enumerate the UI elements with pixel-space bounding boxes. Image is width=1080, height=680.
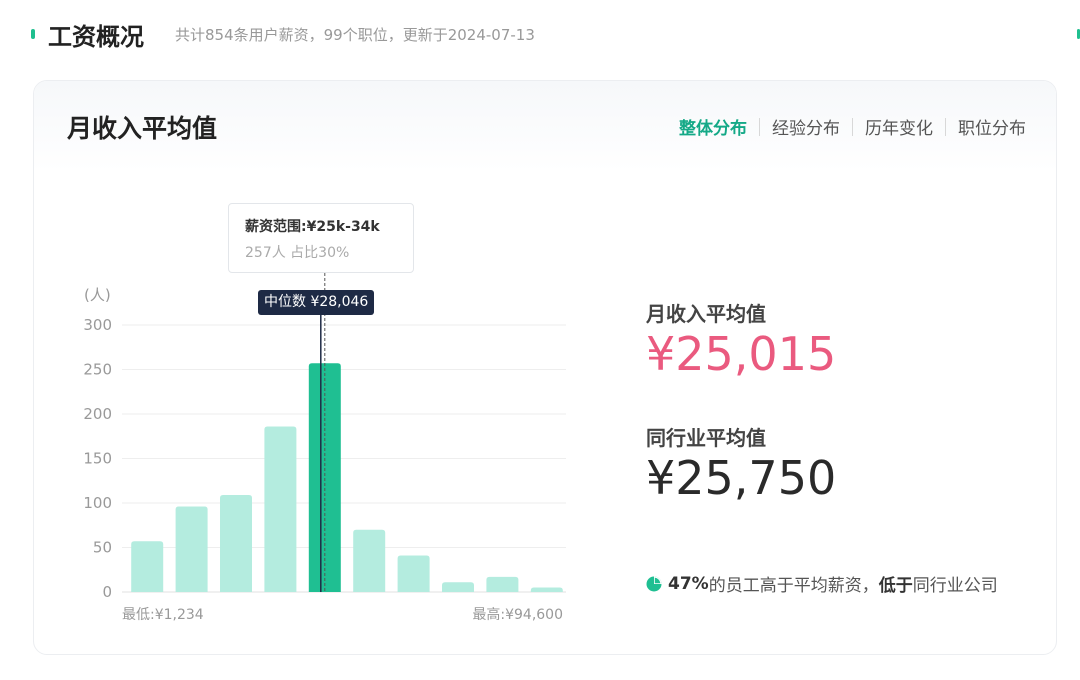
histogram-bar xyxy=(220,494,252,592)
histogram-bar xyxy=(131,541,164,592)
page-subtitle: 共计854条用户薪资，99个职位，更新于2024-07-13 xyxy=(175,26,535,44)
summary-percent: 47% xyxy=(668,573,709,594)
tooltip-detail: 257人 占比30% xyxy=(245,245,350,261)
page-title: 工资概况 xyxy=(48,23,144,51)
histogram-bar xyxy=(397,555,430,592)
pie-chart-icon xyxy=(646,576,662,591)
y-tick-label: 200 xyxy=(83,405,112,423)
histogram-bar xyxy=(175,506,208,592)
summary-bold-text: 低于 xyxy=(878,576,913,596)
summary-line: 47% 的员工高于平均薪资， 低于 同行业公司 xyxy=(646,571,998,596)
summary-tail-text: 同行业公司 xyxy=(912,576,998,596)
bar-tooltip: 薪资范围:¥25k-34k 257人 占比30% xyxy=(228,203,414,273)
histogram-bar xyxy=(486,576,519,592)
salary-card: 月收入平均值 整体分布 经验分布 历年变化 职位分布 0 50 100 150 200 2… xyxy=(33,80,1057,655)
y-tick-label: 250 xyxy=(83,361,112,379)
median-badge: 中位数 ¥28,046 xyxy=(258,290,375,315)
industry-avg-label: 同行业平均值 xyxy=(646,426,766,450)
y-tick-label: 100 xyxy=(83,494,112,512)
histogram-bar-highlighted xyxy=(308,363,341,592)
tooltip-range: 薪资范围:¥25k-34k xyxy=(245,219,380,235)
avg-value: ¥25,015 xyxy=(646,327,837,381)
max-salary-label: 最高:¥94,600 xyxy=(472,606,563,623)
y-tick-label: 300 xyxy=(83,316,112,334)
histogram-svg: 0 50 100 150 200 250 300 最低:¥1,234 最高:¥94,600 xyxy=(83,273,566,623)
page-header: 工资概况 共计854条用户薪资，99个职位，更新于2024-07-13 xyxy=(0,0,1080,68)
y-axis-unit-label: (人) xyxy=(84,286,111,304)
histogram-bar xyxy=(353,529,386,592)
title-accent-bar xyxy=(31,29,35,39)
histogram-bar xyxy=(442,582,474,592)
histogram-bar xyxy=(530,587,563,592)
summary-mid-text: 的员工高于平均薪资， xyxy=(708,576,879,596)
salary-histogram: 0 50 100 150 200 250 300 最低:¥1,234 最高:¥94,600 (人… xyxy=(34,81,654,654)
stats-panel: 月收入平均值 ¥25,015 同行业平均值 ¥25,750 47% 的员工高于平… xyxy=(646,81,1046,654)
y-tick-label: 150 xyxy=(83,450,112,468)
histogram-bar xyxy=(264,426,297,592)
min-salary-label: 最低:¥1,234 xyxy=(122,607,204,623)
industry-avg-value: ¥25,750 xyxy=(646,451,837,505)
avg-label: 月收入平均值 xyxy=(646,302,766,326)
y-tick-label: 50 xyxy=(93,539,112,557)
y-tick-label: 0 xyxy=(102,583,112,601)
